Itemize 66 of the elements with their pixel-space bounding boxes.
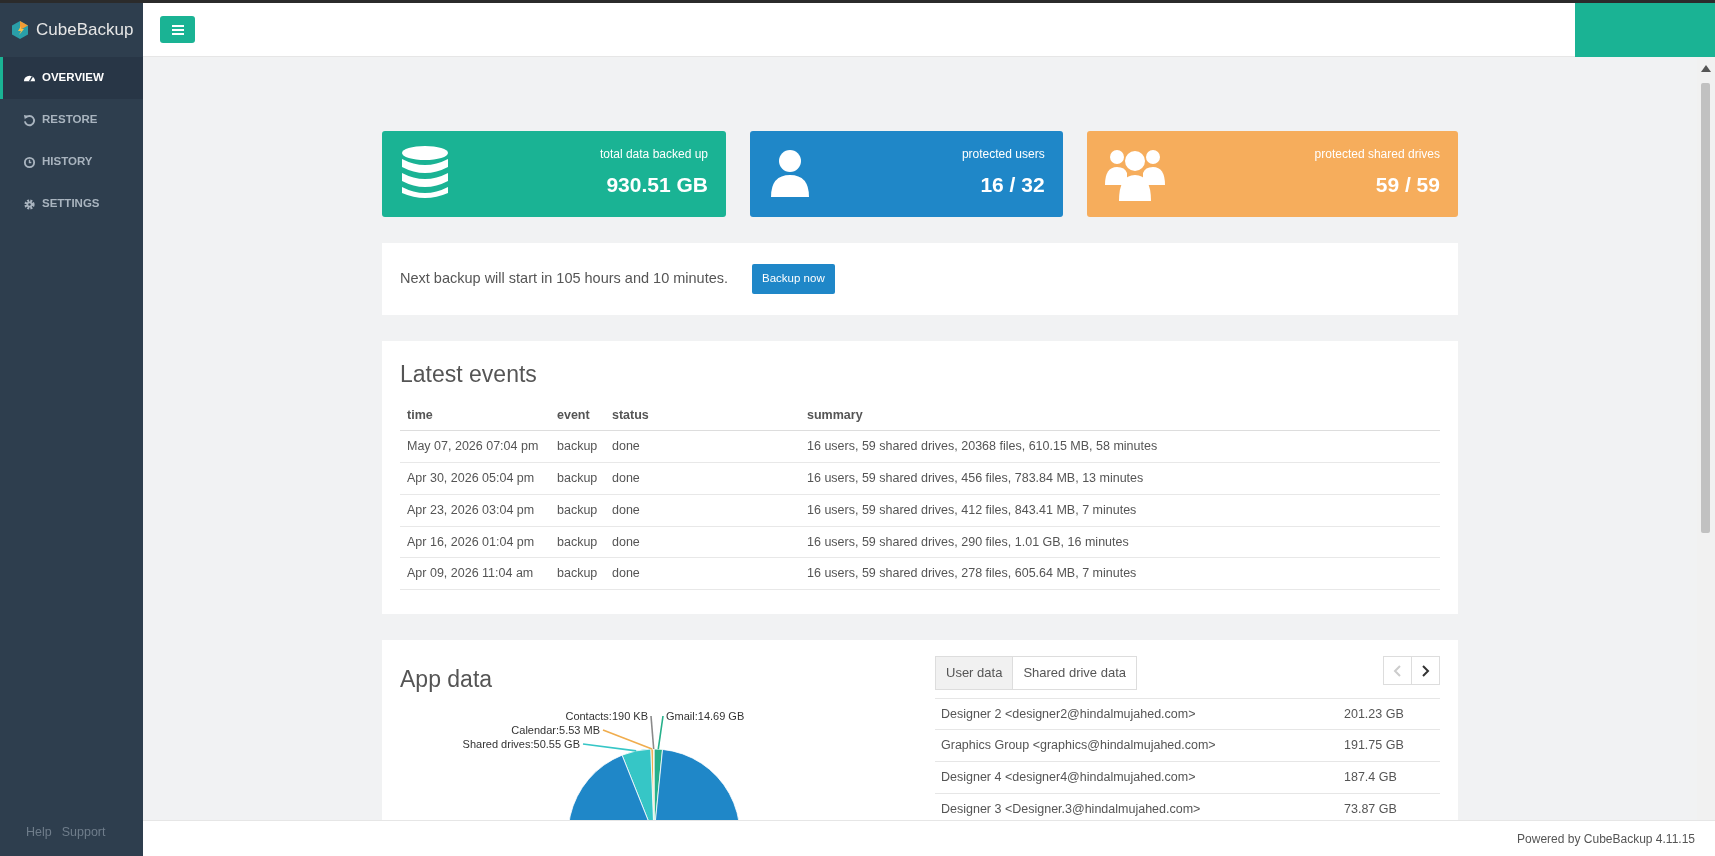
stat-value: 59 / 59 <box>1374 172 1440 198</box>
clock-icon <box>23 155 36 169</box>
table-cell: done <box>605 526 800 558</box>
table-cell: 16 users, 59 shared drives, 412 files, 843.41 MB, 7 minutes <box>800 494 1440 526</box>
scroll-up-arrow-icon[interactable] <box>1701 65 1711 72</box>
column-header: event <box>550 399 605 431</box>
user-name: Designer 4 <designer4@hindalmujahed.com> <box>941 769 1196 786</box>
footer-link[interactable]: Support <box>61 823 106 842</box>
tab[interactable]: Shared drive data <box>1012 656 1137 690</box>
sidebar-item[interactable]: SETTINGS <box>0 183 143 225</box>
slice-label: Calendar:5.53 MB <box>511 723 600 736</box>
next-page-button[interactable] <box>1411 656 1440 685</box>
menu-button[interactable] <box>160 16 195 43</box>
user-name: Graphics Group <graphics@hindalmujahed.com> <box>941 737 1216 755</box>
schedule-text: Next backup will start in 105 hours and 10 minutes. <box>400 269 729 289</box>
table-cell: backup <box>550 430 605 463</box>
data-size: 191.75 GB <box>1344 737 1405 755</box>
column-header: status <box>605 399 800 431</box>
table-cell: backup <box>550 494 605 526</box>
column-header: time <box>400 399 550 431</box>
data-size: 73.87 GB <box>1344 800 1398 818</box>
user-name: Designer 3 <Designer.3@hindalmujahed.com> <box>941 800 1201 818</box>
footer-link[interactable]: Help <box>26 823 52 842</box>
table-cell: Apr 16, 2026 01:04 pm <box>400 526 550 558</box>
table-cell: backup <box>550 557 605 590</box>
table-cell: May 07, 2026 07:04 pm <box>400 430 550 463</box>
table-cell: backup <box>550 462 605 495</box>
stat-label: total data backed up <box>599 146 708 163</box>
sidebar-item[interactable]: HISTORY <box>0 141 143 183</box>
table-cell: done <box>605 462 800 495</box>
chevron-icon <box>1421 664 1430 677</box>
slice-label: Shared drives:50.55 GB <box>462 737 580 750</box>
stat-label: protected users <box>961 146 1045 163</box>
footer-text: Powered by CubeBackup 4.11.15 <box>1517 830 1695 848</box>
settings-icon <box>23 197 36 211</box>
data-size: 187.4 GB <box>1344 769 1398 786</box>
table-cell: Apr 23, 2026 03:04 pm <box>400 494 550 526</box>
panel-title: App data <box>400 665 494 694</box>
panel-title: Latest events <box>400 360 538 389</box>
app-name: CubeBackup <box>36 19 134 42</box>
stat-value: 930.51 GB <box>605 172 708 198</box>
user-name: Designer 2 <designer2@hindalmujahed.com> <box>941 705 1196 723</box>
menu-icon <box>171 24 184 35</box>
column-header: summary <box>800 399 1440 431</box>
table-cell: done <box>605 494 800 526</box>
table-cell: Apr 30, 2026 05:04 pm <box>400 462 550 495</box>
stat-label: protected shared drives <box>1314 146 1440 163</box>
table-cell: 16 users, 59 shared drives, 456 files, 783.84 MB, 13 minutes <box>800 462 1440 495</box>
table-cell: 16 users, 59 shared drives, 290 files, 1.01 GB, 16 minutes <box>800 526 1440 558</box>
chevron-icon <box>1393 664 1402 677</box>
data-size: 201.23 GB <box>1344 705 1405 723</box>
sidebar-item[interactable]: OVERVIEW <box>0 57 143 99</box>
table-cell: 16 users, 59 shared drives, 20368 files, 610.15 MB, 58 minutes <box>800 430 1440 463</box>
tab[interactable]: User data <box>935 656 1014 690</box>
slice-label: Gmail:14.69 GB <box>666 709 745 722</box>
table-cell: Apr 09, 2026 11:04 am <box>400 557 550 590</box>
slice-label: Contacts:190 KB <box>565 709 648 722</box>
table-cell: 16 users, 59 shared drives, 278 files, 605.64 MB, 7 minutes <box>800 557 1440 590</box>
restore-icon <box>23 113 36 127</box>
sidebar-item[interactable]: RESTORE <box>0 99 143 141</box>
backup-now-button[interactable]: Backup now <box>752 264 835 294</box>
table-cell: backup <box>550 526 605 558</box>
table-cell: done <box>605 557 800 590</box>
table-cell: done <box>605 430 800 463</box>
stat-value: 16 / 32 <box>979 172 1045 198</box>
cube-logo-icon <box>10 20 30 40</box>
